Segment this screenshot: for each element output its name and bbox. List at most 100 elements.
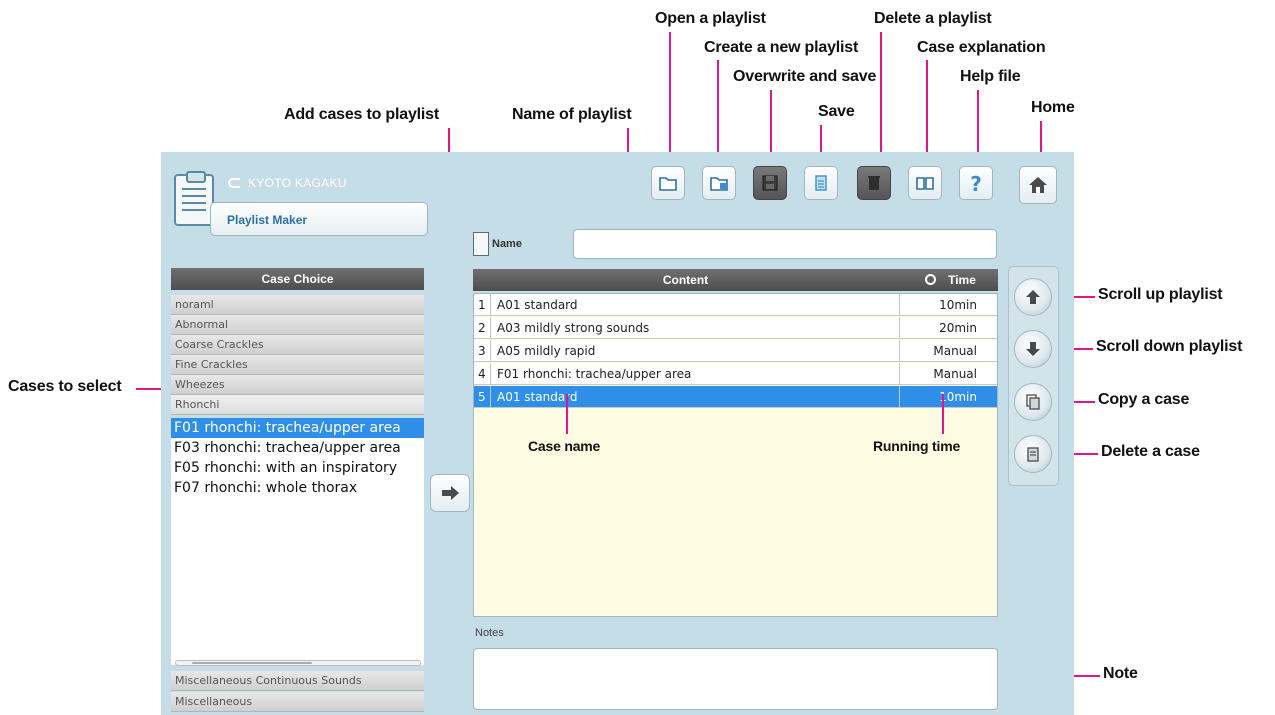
add-to-playlist-button[interactable] xyxy=(430,474,470,512)
arrow-down-icon xyxy=(1026,342,1040,356)
brand-label: KYOTO KAGAKU xyxy=(248,176,347,190)
app-title-box: Playlist Maker xyxy=(210,202,428,236)
brand-name: KYOTO KAGAKU xyxy=(228,176,347,190)
annotation-running-time: Running time xyxy=(873,438,961,454)
table-row[interactable]: 4 F01 rhonchi: trachea/upper area Manual xyxy=(474,363,997,385)
annotation-delete-playlist: Delete a playlist xyxy=(874,10,992,27)
row-time: 10min xyxy=(899,294,997,316)
table-row[interactable]: 5 A01 standard 10min xyxy=(474,386,997,408)
svg-text:?: ? xyxy=(970,172,982,194)
time-column-header: Time xyxy=(903,269,998,291)
pointer-case-name xyxy=(566,394,568,434)
pointer-case-explanation xyxy=(926,60,928,163)
case-choice-header: Case Choice xyxy=(171,268,424,290)
save-button[interactable] xyxy=(804,166,838,200)
floppy-disk-icon xyxy=(762,175,778,191)
row-content: A01 standard xyxy=(490,294,898,316)
category-fine-crackles[interactable]: Fine Crackles xyxy=(171,355,424,375)
folder-new-icon xyxy=(710,177,728,191)
annotation-cases-to-select: Cases to select xyxy=(8,378,122,395)
pointer-open-playlist xyxy=(669,32,671,163)
time-header-label: Time xyxy=(948,273,976,287)
annotation-note: Note xyxy=(1103,665,1138,682)
notes-textarea[interactable] xyxy=(473,648,998,710)
folder-open-icon xyxy=(659,177,677,191)
row-content: A05 mildly rapid xyxy=(490,340,898,362)
annotation-home: Home xyxy=(1031,99,1075,116)
copy-case-button[interactable] xyxy=(1014,383,1052,421)
cases-list: F01 rhonchi: trachea/upper area F03 rhon… xyxy=(171,418,424,665)
delete-playlist-button[interactable] xyxy=(857,166,891,200)
row-number: 2 xyxy=(478,321,486,335)
playlist-table: 1 A01 standard 10min 2 A03 mildly strong… xyxy=(473,293,998,617)
row-time: 10min xyxy=(899,386,997,408)
row-number: 1 xyxy=(478,298,486,312)
home-button[interactable] xyxy=(1019,166,1057,204)
category-abnormal[interactable]: Abnormal xyxy=(171,315,424,335)
row-content: F01 rhonchi: trachea/upper area xyxy=(490,363,898,385)
delete-case-button[interactable] xyxy=(1014,435,1052,473)
app-title: Playlist Maker xyxy=(227,213,308,227)
row-time: 20min xyxy=(899,317,997,339)
case-explanation-button[interactable] xyxy=(908,166,942,200)
save-icon xyxy=(815,175,827,191)
row-number: 5 xyxy=(478,390,486,404)
brand-mark-icon xyxy=(228,178,240,188)
content-table-header: Content Time xyxy=(473,269,998,291)
playlist-name-input[interactable] xyxy=(573,229,997,259)
annotation-name-of-playlist: Name of playlist xyxy=(512,106,632,123)
category-miscellaneous[interactable]: Miscellaneous xyxy=(171,692,424,712)
content-column-header: Content xyxy=(662,273,709,287)
annotation-copy-case: Copy a case xyxy=(1098,391,1190,408)
annotation-case-explanation: Case explanation xyxy=(917,39,1046,56)
pointer-delete-playlist xyxy=(880,32,882,163)
app-logo: KYOTO KAGAKU Playlist Maker xyxy=(166,162,428,236)
scroll-down-button[interactable] xyxy=(1014,330,1052,368)
table-row[interactable]: 3 A05 mildly rapid Manual xyxy=(474,340,997,362)
annotation-help-file: Help file xyxy=(960,68,1021,85)
row-number: 4 xyxy=(478,367,486,381)
annotation-delete-case: Delete a case xyxy=(1101,443,1200,460)
clipboard-icon xyxy=(174,171,214,226)
case-item[interactable]: F03 rhonchi: trachea/upper area xyxy=(171,438,424,458)
copy-icon xyxy=(1026,394,1040,410)
trash-icon xyxy=(868,176,880,190)
annotation-save: Save xyxy=(818,103,855,120)
scrollbar-thumb[interactable] xyxy=(192,662,312,664)
create-playlist-button[interactable] xyxy=(702,166,736,200)
question-icon: ? xyxy=(970,172,982,194)
annotation-scroll-down: Scroll down playlist xyxy=(1096,338,1243,355)
help-file-button[interactable]: ? xyxy=(959,166,993,200)
table-row[interactable]: 1 A01 standard 10min xyxy=(474,294,997,316)
category-rhonchi[interactable]: Rhonchi xyxy=(171,395,424,415)
annotation-overwrite-save: Overwrite and save xyxy=(733,68,877,85)
pointer-running-time xyxy=(942,394,944,434)
clock-icon xyxy=(925,274,937,285)
overwrite-save-button[interactable] xyxy=(753,166,787,200)
category-wheezes[interactable]: Wheezes xyxy=(171,375,424,395)
home-icon xyxy=(1029,177,1047,193)
category-noraml[interactable]: noraml xyxy=(171,295,424,315)
table-row[interactable]: 2 A03 mildly strong sounds 20min xyxy=(474,317,997,339)
category-misc-continuous-sounds[interactable]: Miscellaneous Continuous Sounds xyxy=(171,671,424,691)
cases-horizontal-scrollbar[interactable] xyxy=(175,660,421,666)
row-content: A03 mildly strong sounds xyxy=(490,317,898,339)
arrow-right-icon xyxy=(442,486,459,500)
row-time: Manual xyxy=(899,340,997,362)
open-playlist-button[interactable] xyxy=(651,166,685,200)
row-content: A01 standard xyxy=(490,386,898,408)
case-item[interactable]: F05 rhonchi: with an inspiratory xyxy=(171,458,424,478)
annotation-create-playlist: Create a new playlist xyxy=(704,39,859,56)
case-item[interactable]: F07 rhonchi: whole thorax xyxy=(171,478,424,498)
annotation-add-cases: Add cases to playlist xyxy=(284,106,439,123)
playlist-name-label: Name xyxy=(492,238,522,250)
annotation-scroll-up: Scroll up playlist xyxy=(1098,286,1223,303)
scroll-up-button[interactable] xyxy=(1014,278,1052,316)
playlist-maker-window: KYOTO KAGAKU Playlist Maker ? Name Case … xyxy=(161,152,1074,715)
annotation-open-playlist: Open a playlist xyxy=(655,10,766,27)
pointer-create-playlist xyxy=(717,60,719,163)
row-time: Manual xyxy=(899,363,997,385)
category-coarse-crackles[interactable]: Coarse Crackles xyxy=(171,335,424,355)
case-item[interactable]: F01 rhonchi: trachea/upper area xyxy=(171,418,424,438)
arrow-up-icon xyxy=(1026,290,1040,304)
